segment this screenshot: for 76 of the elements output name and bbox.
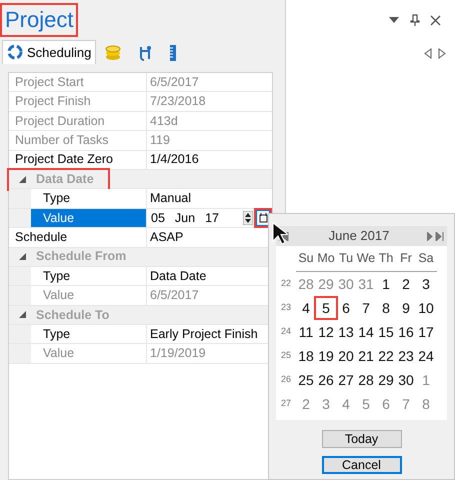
calendar-day[interactable]: 23 xyxy=(396,346,416,366)
weekday-label: Mo xyxy=(316,250,336,268)
calendar-icon xyxy=(258,212,268,224)
calendar-day[interactable]: 2 xyxy=(396,274,416,294)
tab[interactable]: Scheduling xyxy=(2,40,96,64)
property-label: Value xyxy=(31,286,146,305)
calendar-day[interactable]: 20 xyxy=(336,346,356,366)
calendar-day[interactable]: 22 xyxy=(376,346,396,366)
collapse-icon[interactable] xyxy=(19,253,26,260)
property-value: Manual xyxy=(146,189,272,208)
property-label: Type xyxy=(31,189,146,208)
calendar-day[interactable]: 12 xyxy=(316,322,336,342)
property-label: Project Start xyxy=(14,74,85,91)
calendar-day[interactable]: 13 xyxy=(336,322,356,342)
group-heading: Data Date xyxy=(36,170,94,188)
calendar-day[interactable]: 10 xyxy=(416,298,436,318)
collapse-icon[interactable] xyxy=(19,176,26,183)
tab-right-icon[interactable] xyxy=(438,48,446,59)
calendar-day[interactable]: 27 xyxy=(336,370,356,390)
week-number: 23 xyxy=(280,301,292,314)
calendar-day[interactable]: 7 xyxy=(356,298,376,318)
calendar-day[interactable]: 17 xyxy=(416,322,436,342)
weekday-label: Sa xyxy=(417,250,435,268)
group-heading: Schedule To xyxy=(36,306,110,324)
dropdown-icon[interactable] xyxy=(388,16,400,24)
coins-icon xyxy=(104,44,122,62)
calendar-day[interactable]: 15 xyxy=(376,322,396,342)
push-button[interactable]: Today xyxy=(322,430,402,448)
panel-title: Project xyxy=(2,5,76,35)
week-number: 24 xyxy=(280,325,292,338)
calendar-day[interactable]: 26 xyxy=(316,370,336,390)
weekday-label: Fr xyxy=(399,250,413,268)
property-label: Project Duration xyxy=(14,112,106,130)
property-label: Schedule xyxy=(14,228,68,246)
property-label[interactable]: Value xyxy=(31,208,146,228)
property-label: Type xyxy=(31,325,146,344)
calendar-day[interactable]: 18 xyxy=(296,346,316,366)
week-number: 25 xyxy=(280,349,292,362)
calendar-day[interactable]: 14 xyxy=(356,322,376,342)
property-label: Project Date Zero xyxy=(14,151,114,168)
close-icon[interactable] xyxy=(430,14,441,26)
collapse-icon[interactable] xyxy=(19,311,26,318)
calendar-day[interactable]: 9 xyxy=(396,298,416,318)
next-month-icon[interactable] xyxy=(426,232,444,240)
weekday-label: Tu xyxy=(338,250,354,268)
calendar-day[interactable]: 6 xyxy=(336,298,356,318)
property-label: Value xyxy=(31,344,146,363)
calendar-day[interactable]: 28 xyxy=(356,370,376,390)
calendar-day[interactable]: 16 xyxy=(396,322,416,342)
week-number: 26 xyxy=(280,373,292,386)
weekday-label: We xyxy=(356,250,376,268)
tab-left-icon[interactable] xyxy=(424,48,432,59)
calendar-day[interactable]: 3 xyxy=(416,274,436,294)
calendar-day[interactable]: 11 xyxy=(296,322,316,342)
calendar-day[interactable]: 1 xyxy=(376,274,396,294)
group-heading: Schedule From xyxy=(36,248,126,266)
calendar-day[interactable]: 19 xyxy=(316,346,336,366)
calendar-day[interactable]: 21 xyxy=(356,346,376,366)
calendar-day[interactable]: 25 xyxy=(296,370,316,390)
week-number: 22 xyxy=(280,277,292,290)
weekday-label: Th xyxy=(378,250,394,268)
calendar-day[interactable]: 29 xyxy=(376,370,396,390)
month-title: June 2017 xyxy=(328,227,390,246)
calendar-day[interactable]: 8 xyxy=(376,298,396,318)
property-label: Type xyxy=(31,266,146,286)
week-number: 27 xyxy=(280,397,292,410)
calendar-day[interactable]: 24 xyxy=(416,346,436,366)
property-label: Project Finish xyxy=(14,93,92,110)
focused-button[interactable]: Cancel xyxy=(322,456,402,474)
calendar-day[interactable]: 30 xyxy=(396,370,416,390)
property-label: Number of Tasks xyxy=(14,132,110,149)
pin-icon[interactable] xyxy=(410,14,420,26)
weekday-label: Su xyxy=(297,250,315,268)
spin-icon[interactable] xyxy=(243,210,253,225)
ruler-icon xyxy=(170,45,176,61)
calendar-day[interactable]: 4 xyxy=(296,298,316,318)
